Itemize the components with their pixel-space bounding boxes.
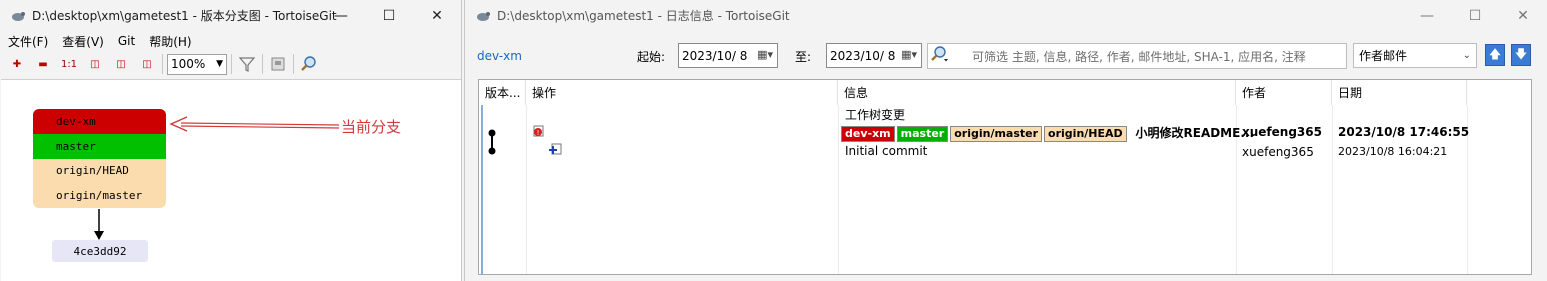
calendar-icon: ▦▾ [901, 48, 917, 61]
search-icon[interactable] [296, 53, 322, 75]
toolbar-separator [231, 54, 232, 74]
ref-tag-dev-xm[interactable]: dev-xm [841, 125, 895, 142]
column-header-message[interactable]: 信息 [838, 80, 1236, 105]
maximize-icon[interactable]: ☐ [365, 0, 413, 31]
tortoise-icon [10, 8, 26, 24]
row-date: 2023/10/8 17:46:55 [1338, 125, 1470, 139]
row-message: 工作树变更 [845, 108, 906, 122]
filter-field-select[interactable]: 作者邮件 ⌄ [1353, 43, 1477, 68]
zoom-value: 100% [171, 57, 206, 71]
search-input[interactable]: 可筛选 主题, 信息, 路径, 作者, 邮件地址, SHA-1, 应用名, 注释 [927, 43, 1347, 69]
row-message: 小明修改README... [1135, 126, 1255, 140]
revision-graph-window: D:\desktop\xm\gametest1 - 版本分支图 - Tortoi… [0, 0, 462, 281]
window-title: D:\desktop\xm\gametest1 - 版本分支图 - Tortoi… [32, 9, 337, 23]
ref-tag-origin-head[interactable]: origin/HEAD [1044, 125, 1127, 142]
to-date-label: 至: [795, 50, 812, 64]
minimize-icon[interactable]: — [317, 0, 365, 31]
log-window: D:\desktop\xm\gametest1 - 日志信息 - Tortois… [464, 0, 1547, 281]
edge-arrowhead [94, 231, 104, 240]
row-author: xuefeng365 [1242, 125, 1322, 139]
column-header-author[interactable]: 作者 [1236, 80, 1332, 105]
calendar-icon: ▦▾ [757, 48, 773, 61]
zoom-out-icon[interactable]: ▬ [30, 53, 56, 75]
table-row[interactable]: Initial commit [845, 144, 927, 158]
annotation-arrow-line [180, 122, 340, 126]
ref-tag-origin-master[interactable]: origin/master [950, 125, 1043, 142]
close-icon[interactable]: ✕ [413, 0, 461, 31]
zoom-in-icon[interactable]: ✚ [4, 53, 30, 75]
fit-width-icon[interactable]: ◫ [108, 53, 134, 75]
revision-graph-canvas[interactable]: dev-xm master origin/HEAD origin/master … [1, 79, 461, 281]
ref-tag-master[interactable]: master [896, 125, 949, 142]
menu-view[interactable]: 查看(V) [62, 33, 104, 50]
annotation-arrowhead [169, 116, 188, 132]
tortoise-icon [475, 8, 491, 24]
arrow-up-icon[interactable]: 🡅 [1485, 44, 1505, 66]
current-branch-annotation: 当前分支 [341, 118, 402, 136]
column-header-date[interactable]: 日期 [1332, 80, 1467, 105]
title-bar: D:\desktop\xm\gametest1 - 日志信息 - Tortois… [465, 0, 1547, 31]
fit-height-icon[interactable]: ◫ [82, 53, 108, 75]
window-title: D:\desktop\xm\gametest1 - 日志信息 - Tortois… [497, 9, 790, 23]
menu-help[interactable]: 帮助(H) [149, 33, 191, 50]
commit-node[interactable]: 4ce3dd92 [52, 240, 148, 262]
table-row[interactable]: 工作树变更 [845, 106, 905, 123]
column-divider [526, 105, 527, 274]
log-list[interactable]: 版本... 操作 信息 作者 日期 工作树变更 ! dev-xm master or… [478, 79, 1532, 275]
chevron-down-icon: ▼ [216, 59, 223, 69]
chevron-down-icon: ⌄ [1462, 50, 1471, 61]
toolbar-separator [162, 54, 163, 74]
column-divider [1332, 105, 1333, 274]
to-date-picker[interactable]: 2023/10/ 8 ▦▾ [826, 43, 922, 68]
svg-text:!: ! [537, 129, 540, 137]
fit-window-icon[interactable]: ◫ [134, 53, 160, 75]
menu-file[interactable]: 文件(F) [8, 33, 48, 50]
from-date-label: 起始: [637, 50, 666, 64]
graph-node [488, 147, 496, 155]
zoom-select[interactable]: 100% ▼ [167, 53, 227, 75]
menu-bar: 文件(F) 查看(V) Git 帮助(H) [0, 31, 461, 51]
to-date-value: 2023/10/ 8 [830, 48, 896, 63]
toolbar-separator [262, 54, 263, 74]
row-author: xuefeng365 [1242, 145, 1314, 159]
minimize-icon[interactable]: — [1403, 0, 1451, 31]
graph-node [488, 129, 496, 137]
toolbar-separator [293, 54, 294, 74]
current-branch-link[interactable]: dev-xm [477, 49, 522, 63]
annotation-arrow-line [180, 125, 340, 129]
maximize-icon[interactable]: ☐ [1451, 0, 1499, 31]
menu-git[interactable]: Git [118, 34, 135, 48]
overview-icon[interactable] [265, 53, 291, 75]
filter-bar: dev-xm 起始: 2023/10/ 8 ▦▾ 至: 2023/10/ 8 ▦… [465, 38, 1547, 72]
row-message: Initial commit [845, 144, 928, 158]
from-date-picker[interactable]: 2023/10/ 8 ▦▾ [678, 43, 778, 68]
commit-graph [488, 129, 496, 155]
from-date-value: 2023/10/ 8 [682, 48, 748, 63]
filter-field-value: 作者邮件 [1359, 49, 1408, 63]
search-icon[interactable] [928, 45, 952, 67]
column-header-graph[interactable]: 版本... [479, 80, 526, 105]
added-icon [548, 142, 562, 156]
arrow-down-icon[interactable]: 🡇 [1511, 44, 1531, 66]
search-placeholder: 可筛选 主题, 信息, 路径, 作者, 邮件地址, SHA-1, 应用名, 注释 [972, 49, 1306, 64]
column-header-actions[interactable]: 操作 [526, 80, 838, 105]
filter-icon[interactable] [234, 53, 260, 75]
graph-toolbar: ✚ ▬ 1:1 ◫ ◫ ◫ 100% ▼ [0, 52, 461, 76]
table-row[interactable]: dev-xm master origin/master origin/HEAD 小明修… [841, 124, 1254, 142]
column-divider [838, 105, 839, 274]
modified-icon: ! [532, 124, 546, 138]
title-bar: D:\desktop\xm\gametest1 - 版本分支图 - Tortoi… [0, 0, 461, 31]
close-icon[interactable]: ✕ [1499, 0, 1547, 31]
row-date: 2023/10/8 16:04:21 [1338, 145, 1448, 158]
zoom-actual-button[interactable]: 1:1 [56, 53, 82, 75]
commit-hash: 4ce3dd92 [73, 244, 127, 258]
